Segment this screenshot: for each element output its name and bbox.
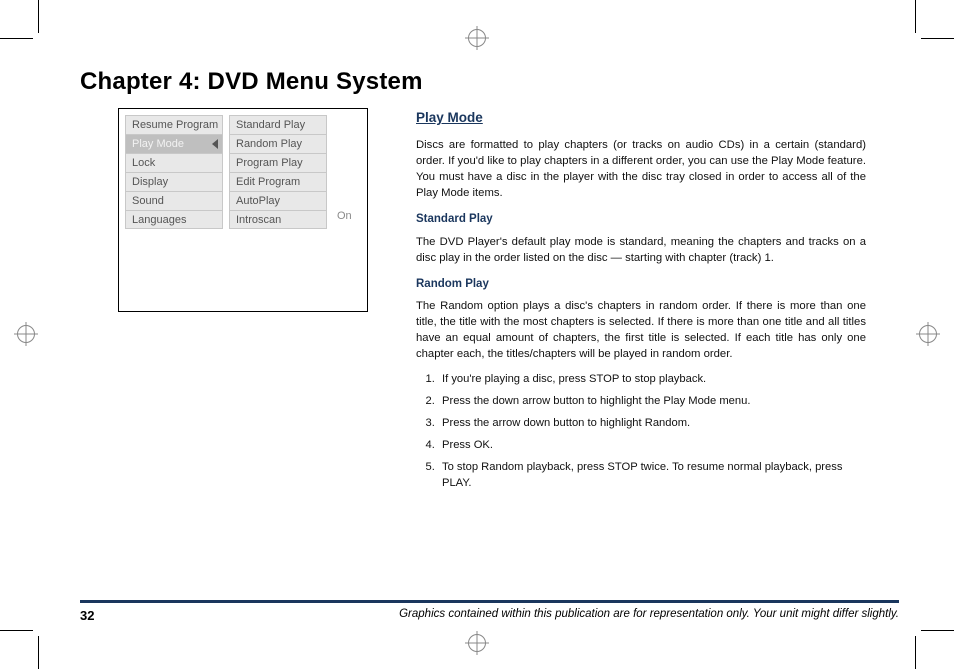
paragraph-intro: Discs are formatted to play chapters (or… [416, 137, 866, 201]
menu-item-label: Resume Program [132, 119, 218, 131]
chapter-title: Chapter 4: DVD Menu System [80, 68, 423, 96]
crop-mark [0, 630, 33, 631]
menu-item-label: AutoPlay [236, 195, 280, 207]
paragraph-random: The Random option plays a disc's chapter… [416, 298, 866, 362]
step-item: To stop Random playback, press STOP twic… [438, 460, 866, 492]
submenu-item-program-play[interactable]: Program Play [229, 153, 327, 172]
menu-item-play-mode[interactable]: Play Mode [125, 134, 223, 153]
menu-item-languages[interactable]: Languages [125, 210, 223, 229]
menu-item-label: Lock [132, 157, 155, 169]
footer-note: Graphics contained within this publicati… [399, 608, 899, 620]
autoplay-value: On [333, 210, 361, 222]
submenu-item-standard-play[interactable]: Standard Play [229, 115, 327, 134]
heading-play-mode: Play Mode [416, 108, 866, 127]
menu-col-values: On [333, 115, 361, 305]
paragraph-standard: The DVD Player's default play mode is st… [416, 234, 866, 266]
submenu-item-random-play[interactable]: Random Play [229, 134, 327, 153]
registration-mark [465, 631, 489, 655]
crop-mark [915, 636, 916, 669]
heading-random-play: Random Play [416, 276, 866, 292]
menu-col-right: Standard Play Random Play Program Play E… [229, 115, 327, 305]
content-column: Play Mode Discs are formatted to play ch… [416, 108, 866, 498]
manual-page: { "chapter_title": "Chapter 4: DVD Menu … [0, 0, 954, 669]
registration-mark [916, 322, 940, 346]
step-item: Press OK. [438, 438, 866, 454]
registration-mark [14, 322, 38, 346]
menu-item-label: Program Play [236, 157, 303, 169]
page-number: 32 [80, 608, 94, 623]
step-item: Press the arrow down button to highlight… [438, 416, 866, 432]
crop-mark [38, 0, 39, 33]
menu-col-left: Resume Program Play Mode Lock Display So… [125, 115, 223, 305]
submenu-item-introscan[interactable]: Introscan [229, 210, 327, 229]
step-item: If you're playing a disc, press STOP to … [438, 372, 866, 388]
menu-item-sound[interactable]: Sound [125, 191, 223, 210]
menu-item-label: Introscan [236, 214, 281, 226]
menu-item-label: Sound [132, 195, 164, 207]
crop-mark [38, 636, 39, 669]
footer-rule [80, 600, 899, 603]
menu-item-label: Random Play [236, 138, 302, 150]
submenu-arrow-icon [212, 139, 218, 149]
step-item: Press the down arrow button to highlight… [438, 394, 866, 410]
menu-item-lock[interactable]: Lock [125, 153, 223, 172]
crop-mark [915, 0, 916, 33]
random-play-steps: If you're playing a disc, press STOP to … [438, 372, 866, 491]
menu-item-label: Edit Program [236, 176, 300, 188]
submenu-item-autoplay[interactable]: AutoPlay [229, 191, 327, 210]
submenu-item-edit-program[interactable]: Edit Program [229, 172, 327, 191]
menu-item-label: Languages [132, 214, 186, 226]
menu-item-label: Standard Play [236, 119, 305, 131]
registration-mark [465, 26, 489, 50]
crop-mark [921, 38, 954, 39]
heading-standard-play: Standard Play [416, 211, 866, 227]
menu-item-resume-program[interactable]: Resume Program [125, 115, 223, 134]
menu-item-display[interactable]: Display [125, 172, 223, 191]
dvd-menu-panel: Resume Program Play Mode Lock Display So… [118, 108, 368, 312]
crop-mark [0, 38, 33, 39]
crop-mark [921, 630, 954, 631]
menu-item-label: Play Mode [132, 138, 184, 150]
menu-item-label: Display [132, 176, 168, 188]
